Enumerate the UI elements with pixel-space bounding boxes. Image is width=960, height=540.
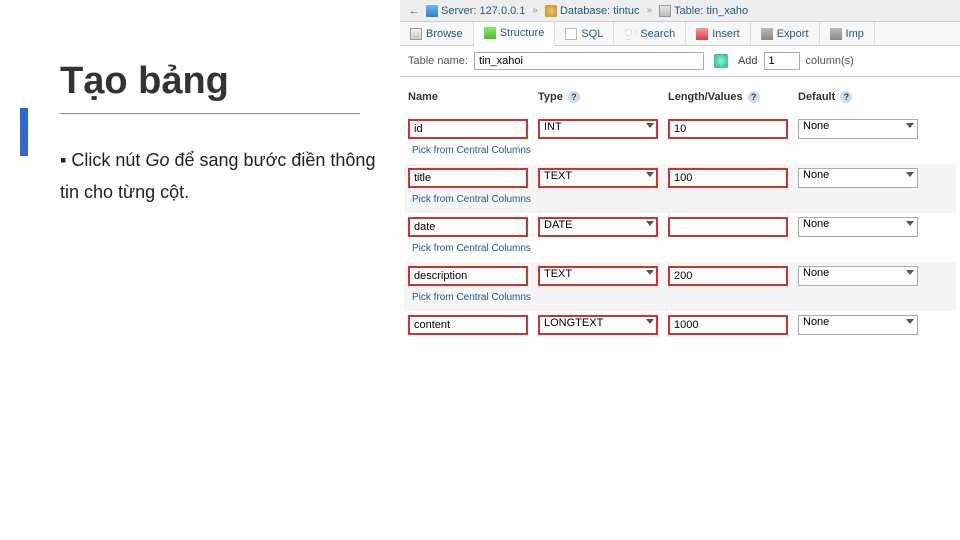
column-name-input[interactable] <box>408 315 528 335</box>
columns-header: Name Type ? Length/Values ? Default ? <box>404 85 956 115</box>
tab-structure[interactable]: Structure <box>474 22 556 46</box>
column-name-input[interactable] <box>408 119 528 139</box>
tab-export-label: Export <box>777 28 809 40</box>
breadcrumb-server[interactable]: Server: 127.0.0.1 <box>426 5 525 17</box>
slide-body: ▪ Click nút Go để sang bước điền thông t… <box>60 144 380 209</box>
help-icon[interactable]: ? <box>840 91 852 103</box>
header-name: Name <box>408 91 538 103</box>
pick-central-columns-link[interactable]: Pick from Central Columns <box>404 192 956 213</box>
slide-divider <box>60 113 360 114</box>
column-row: TEXT None <box>404 262 956 290</box>
help-icon[interactable]: ? <box>568 91 580 103</box>
table-name-input[interactable] <box>474 52 704 70</box>
breadcrumb: ← Server: 127.0.0.1 » Database: tintuc »… <box>400 0 960 22</box>
column-row: INT None <box>404 115 956 143</box>
column-length-input[interactable] <box>668 315 788 335</box>
column-row: LONGTEXT None <box>404 311 956 339</box>
slide-title: Tạo bảng <box>60 60 380 103</box>
insert-icon <box>696 28 708 40</box>
slide-text-pre: Click nút <box>71 150 145 170</box>
columns-grid: Name Type ? Length/Values ? Default ? IN… <box>400 77 960 343</box>
help-icon[interactable]: ? <box>748 91 760 103</box>
column-type-select[interactable]: LONGTEXT <box>538 315 658 335</box>
sql-icon <box>565 28 577 40</box>
header-default: Default ? <box>798 91 928 103</box>
column-type-select[interactable]: DATE <box>538 217 658 237</box>
column-name-input[interactable] <box>408 266 528 286</box>
tab-insert[interactable]: Insert <box>686 22 751 45</box>
breadcrumb-server-label: Server: <box>441 5 476 17</box>
tab-export[interactable]: Export <box>751 22 820 45</box>
column-row: TEXT None <box>404 164 956 192</box>
pick-central-columns-link[interactable]: Pick from Central Columns <box>404 143 956 164</box>
slide-text-em: Go <box>145 150 169 170</box>
table-icon <box>659 5 671 17</box>
breadcrumb-database[interactable]: Database: tintuc <box>545 5 640 17</box>
table-name-label: Table name: <box>408 55 468 67</box>
tab-structure-label: Structure <box>500 27 545 39</box>
server-icon <box>426 5 438 17</box>
column-default-select[interactable]: None <box>798 119 918 139</box>
search-icon <box>624 28 636 40</box>
column-default-select[interactable]: None <box>798 315 918 335</box>
pick-central-columns-link[interactable]: Pick from Central Columns <box>404 290 956 311</box>
column-row: DATE None <box>404 213 956 241</box>
slide-accent-bar <box>20 108 28 156</box>
tab-insert-label: Insert <box>712 28 740 40</box>
breadcrumb-sep: » <box>646 5 652 16</box>
breadcrumb-server-value: 127.0.0.1 <box>480 5 526 17</box>
add-columns-label: Add <box>738 55 758 67</box>
tab-sql-label: SQL <box>581 28 603 40</box>
tab-search-label: Search <box>640 28 675 40</box>
bullet-icon: ▪ <box>60 150 66 170</box>
column-default-select[interactable]: None <box>798 266 918 286</box>
tab-sql[interactable]: SQL <box>555 22 614 45</box>
column-default-select[interactable]: None <box>798 168 918 188</box>
import-icon <box>830 28 842 40</box>
column-type-select[interactable]: TEXT <box>538 168 658 188</box>
tab-browse[interactable]: Browse <box>400 22 474 45</box>
table-options-icon[interactable] <box>714 54 728 68</box>
column-name-input[interactable] <box>408 217 528 237</box>
database-icon <box>545 5 557 17</box>
phpmyadmin-screenshot: ← Server: 127.0.0.1 » Database: tintuc »… <box>400 0 960 540</box>
column-type-select[interactable]: TEXT <box>538 266 658 286</box>
column-name-input[interactable] <box>408 168 528 188</box>
tabs: Browse Structure SQL Search Insert Expor… <box>400 22 960 46</box>
breadcrumb-back-button[interactable]: ← <box>406 5 422 17</box>
tab-import-label: Imp <box>846 28 864 40</box>
tab-browse-label: Browse <box>426 28 463 40</box>
header-type: Type ? <box>538 91 668 103</box>
column-length-input[interactable] <box>668 217 788 237</box>
export-icon <box>761 28 773 40</box>
add-columns-input[interactable] <box>764 52 800 70</box>
slide-panel: Tạo bảng ▪ Click nút Go để sang bước điề… <box>0 0 400 540</box>
breadcrumb-db-label: Database: <box>560 5 610 17</box>
columns-label: column(s) <box>806 55 854 67</box>
header-length: Length/Values ? <box>668 91 798 103</box>
breadcrumb-table[interactable]: Table: tin_xaho <box>659 5 748 17</box>
breadcrumb-table-label: Table: <box>674 5 703 17</box>
browse-icon <box>410 28 422 40</box>
column-length-input[interactable] <box>668 168 788 188</box>
breadcrumb-db-value: tintuc <box>613 5 639 17</box>
breadcrumb-table-value: tin_xaho <box>706 5 748 17</box>
tab-search[interactable]: Search <box>614 22 686 45</box>
breadcrumb-sep: » <box>532 5 538 16</box>
column-length-input[interactable] <box>668 266 788 286</box>
column-length-input[interactable] <box>668 119 788 139</box>
tab-import[interactable]: Imp <box>820 22 875 45</box>
pick-central-columns-link[interactable]: Pick from Central Columns <box>404 241 956 262</box>
column-type-select[interactable]: INT <box>538 119 658 139</box>
structure-icon <box>484 27 496 39</box>
table-name-bar: Table name: Add column(s) <box>400 46 960 77</box>
column-default-select[interactable]: None <box>798 217 918 237</box>
